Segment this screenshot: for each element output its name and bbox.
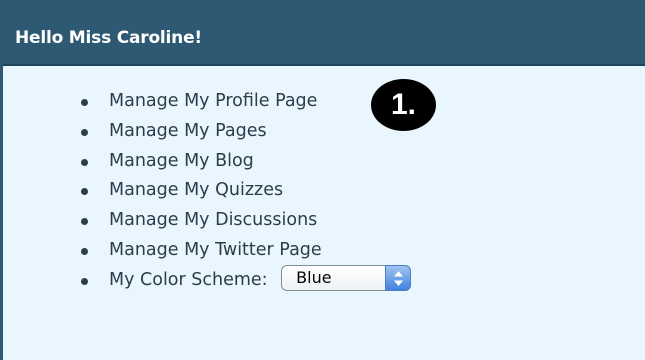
menu-item-color-scheme: My Color Scheme: Blue [3,264,412,296]
step-number-badge: 1. [371,79,436,131]
color-scheme-selected-value: Blue [296,267,332,287]
account-menu: Manage My Profile Page Manage My Pages M… [3,87,412,296]
step-number-text: 1. [390,88,417,121]
manage-twitter-page-link[interactable]: Manage My Twitter Page [109,240,322,260]
bullet-icon [81,188,88,196]
panel-header: Hello Miss Caroline! [3,0,645,66]
welcome-panel: Hello Miss Caroline! Manage My Profile P… [0,0,645,360]
manage-profile-page-link[interactable]: Manage My Profile Page [109,91,317,111]
manage-quizzes-link[interactable]: Manage My Quizzes [109,180,283,200]
menu-item-manage-twitter-page[interactable]: Manage My Twitter Page [3,236,411,266]
bullet-icon [81,158,88,166]
bullet-icon [81,128,88,136]
menu-item-manage-discussions[interactable]: Manage My Discussions [3,206,411,236]
menu-item-manage-quizzes[interactable]: Manage My Quizzes [3,176,411,206]
color-scheme-label: My Color Scheme: [109,269,268,290]
select-stepper-icon[interactable] [385,264,412,291]
panel-title: Hello Miss Caroline! [15,28,202,48]
bullet-icon [81,277,88,285]
manage-blog-link[interactable]: Manage My Blog [109,151,254,171]
bullet-icon [81,218,88,226]
bullet-icon [81,247,88,255]
manage-discussions-link[interactable]: Manage My Discussions [109,210,317,230]
menu-item-manage-profile-page[interactable]: Manage My Profile Page [3,87,411,117]
bullet-icon [81,99,88,106]
menu-item-manage-pages[interactable]: Manage My Pages [3,117,411,147]
menu-item-manage-blog[interactable]: Manage My Blog [3,147,411,177]
manage-pages-link[interactable]: Manage My Pages [109,121,267,141]
color-scheme-select[interactable]: Blue [281,264,412,291]
up-down-arrows-icon [394,270,404,286]
